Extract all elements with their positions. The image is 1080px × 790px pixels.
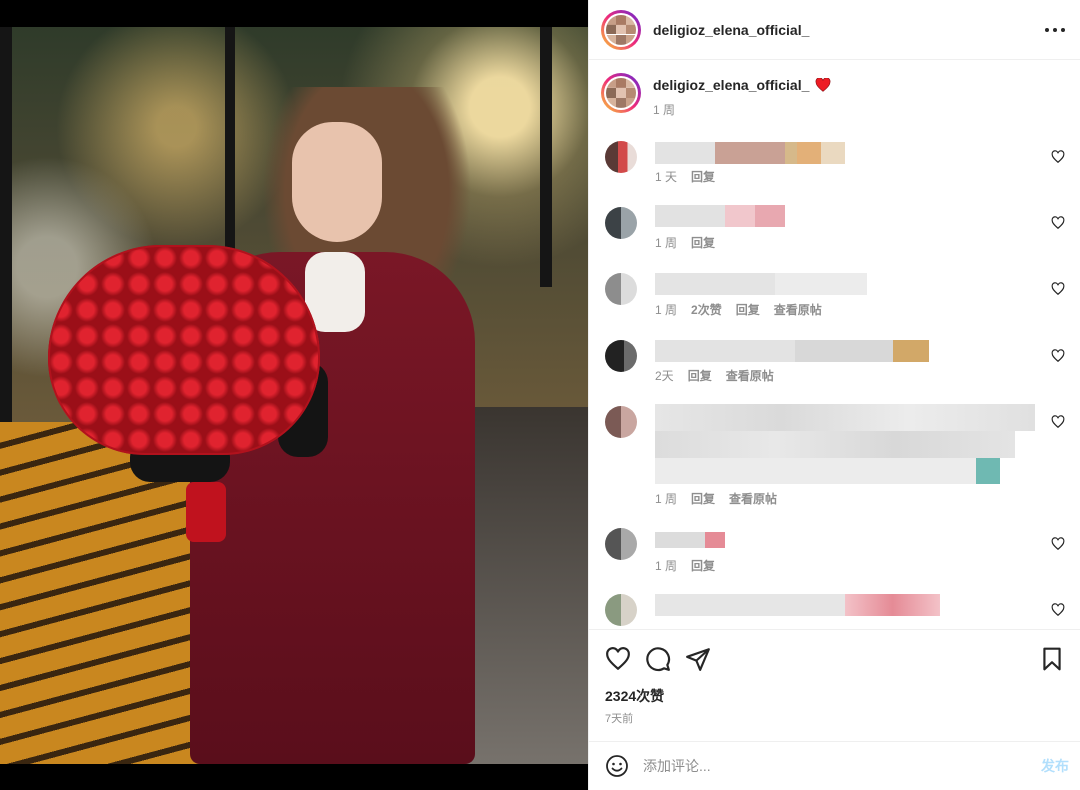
comment-text-blurred xyxy=(655,205,785,227)
photo-window-frame xyxy=(540,27,552,287)
commenter-avatar[interactable] xyxy=(605,594,637,626)
comment-item xyxy=(605,594,1075,629)
heart-outline-icon[interactable] xyxy=(1051,282,1065,296)
paper-plane-icon[interactable] xyxy=(685,646,711,672)
comment-item: 1 周 回复 查看原帖 xyxy=(605,404,1075,507)
heart-outline-icon[interactable] xyxy=(1051,150,1065,164)
smiley-icon[interactable] xyxy=(605,754,629,778)
heart-outline-icon[interactable] xyxy=(1051,537,1065,551)
comment-timestamp: 2天 xyxy=(655,369,674,383)
post-actions: 2324次赞 7天前 xyxy=(589,629,1080,741)
caption-username[interactable]: deligioz_elena_official_ xyxy=(653,77,809,93)
author-avatar[interactable] xyxy=(601,9,641,50)
commenter-avatar[interactable] xyxy=(605,207,637,239)
photo-subject-face xyxy=(292,122,382,242)
comments-list[interactable]: deligioz_elena_official_ 1 周 1 天 回复 1 周 … xyxy=(589,61,1080,629)
post-photo[interactable] xyxy=(0,27,588,764)
comment-item: 2天 回复 查看原帖 xyxy=(605,340,1075,390)
comment-reply-link[interactable]: 回复 xyxy=(691,557,715,574)
heart-outline-icon[interactable] xyxy=(1051,603,1065,617)
photo-window-frame xyxy=(225,27,235,267)
commenter-avatar[interactable] xyxy=(605,406,637,438)
post-timestamp: 7天前 xyxy=(605,713,634,725)
comment-reply-link[interactable]: 回复 xyxy=(691,490,715,507)
comment-reply-link[interactable]: 回复 xyxy=(691,168,715,185)
more-options-icon[interactable] xyxy=(1045,22,1065,38)
comment-text-blurred xyxy=(655,273,867,295)
author-avatar-image xyxy=(606,14,636,45)
comment-timestamp: 1 周 xyxy=(655,559,678,573)
view-original-link[interactable]: 查看原帖 xyxy=(774,301,822,318)
caption-timestamp: 1 周 xyxy=(653,103,676,117)
post-details-panel: deligioz_elena_official_ deligioz_elena_… xyxy=(588,0,1080,790)
post-header: deligioz_elena_official_ xyxy=(589,0,1080,60)
comment-timestamp: 1 周 xyxy=(655,236,678,250)
comment-timestamp: 1 天 xyxy=(655,170,678,184)
view-original-link[interactable]: 查看原帖 xyxy=(726,367,774,384)
comment-reply-link[interactable]: 回复 xyxy=(736,301,760,318)
heart-outline-icon[interactable] xyxy=(1051,216,1065,230)
commenter-avatar[interactable] xyxy=(605,141,637,173)
comment-text-blurred xyxy=(655,340,929,362)
photo-window-frame xyxy=(0,27,12,427)
comment-composer: 发布 xyxy=(589,741,1080,790)
post-media xyxy=(0,0,588,790)
heart-outline-icon[interactable] xyxy=(1051,349,1065,363)
comment-text-blurred xyxy=(655,142,845,164)
comment-text-blurred xyxy=(655,594,940,616)
commenter-avatar[interactable] xyxy=(605,340,637,372)
heart-outline-icon[interactable] xyxy=(605,646,631,672)
comment-item: 1 周 回复 xyxy=(605,528,1075,578)
likes-count[interactable]: 2324次赞 xyxy=(605,686,664,706)
red-heart-emoji-icon xyxy=(816,78,831,92)
comment-reply-link[interactable]: 回复 xyxy=(688,367,712,384)
comment-text-blurred xyxy=(655,404,1035,484)
comment-likes-count[interactable]: 2次赞 xyxy=(691,301,722,318)
post-comment-button[interactable]: 发布 xyxy=(1041,756,1069,776)
author-username[interactable]: deligioz_elena_official_ xyxy=(653,22,809,38)
comment-reply-link[interactable]: 回复 xyxy=(691,234,715,251)
comment-icon[interactable] xyxy=(645,646,671,672)
comment-item: 1 天 回复 xyxy=(605,141,1075,191)
comment-item: 1 周 2次赞 回复 查看原帖 xyxy=(605,273,1075,323)
comment-timestamp: 1 周 xyxy=(655,303,678,317)
comment-item: 1 周 回复 xyxy=(605,205,1075,257)
photo-rose-bouquet xyxy=(48,245,320,455)
comment-timestamp: 1 周 xyxy=(655,492,678,506)
comment-text-blurred xyxy=(655,532,725,548)
caption: deligioz_elena_official_ 1 周 xyxy=(601,73,831,118)
photo-subject-collar xyxy=(305,252,365,332)
commenter-avatar[interactable] xyxy=(605,528,637,560)
bookmark-icon[interactable] xyxy=(1039,646,1065,672)
caption-avatar[interactable] xyxy=(601,73,641,113)
comment-input[interactable] xyxy=(643,758,1013,774)
view-original-link[interactable]: 查看原帖 xyxy=(729,490,777,507)
commenter-avatar[interactable] xyxy=(605,273,637,305)
caption-avatar-image xyxy=(606,78,636,108)
heart-outline-icon[interactable] xyxy=(1051,415,1065,429)
photo-ribbon xyxy=(186,482,226,542)
